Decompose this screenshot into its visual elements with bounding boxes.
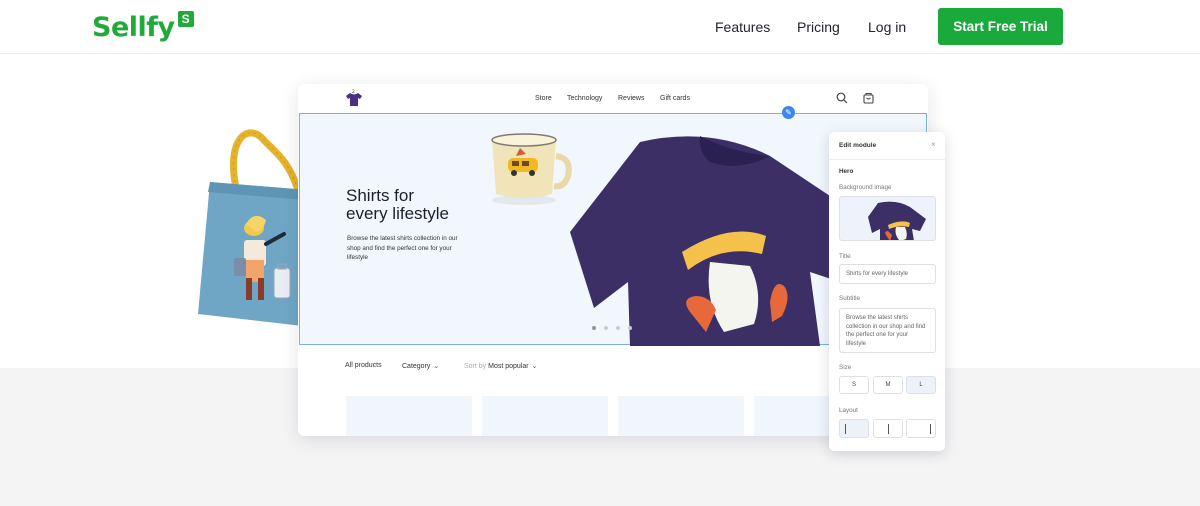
slider-dot-1[interactable] [592,326,596,330]
store-nav-store[interactable]: Store [535,95,552,102]
store-nav-technology[interactable]: Technology [567,95,602,102]
size-l-button[interactable]: L [906,376,936,394]
size-s-button[interactable]: S [839,376,869,394]
slider-dot-3[interactable] [616,326,620,330]
subtitle-label: Subtitle [839,295,861,302]
background-image-thumbnail[interactable] [839,196,936,241]
background-image-label: Background image [839,184,892,191]
subtitle-textarea[interactable]: Browse the latest shirts collection in o… [839,308,936,353]
top-navigation: Sellfy S Features Pricing Log in Start F… [0,0,1200,54]
filter-category[interactable]: Category ⌄ [402,362,439,370]
layout-center-icon [888,424,889,434]
logo-wordmark: Sellfy [92,12,175,43]
nav-pricing-link[interactable]: Pricing [797,18,840,36]
layout-right-icon [930,424,931,434]
category-label: Category [402,363,431,370]
size-m-button[interactable]: M [873,376,903,394]
nav-features-link[interactable]: Features [715,18,770,36]
filter-all-products[interactable]: All products [345,362,382,369]
hero-title: Shirts for every lifestyle [346,187,449,223]
hero-title-line-1: Shirts for [346,186,415,205]
t-shirt-image [570,136,860,346]
slider-dot-2[interactable] [604,326,608,330]
t-shirt-thumbnail-image [868,201,926,240]
panel-title: Edit module [839,142,877,149]
chevron-down-icon: ⌄ [433,363,440,370]
nav-login-link[interactable]: Log in [868,18,906,36]
cart-icon[interactable] [863,92,874,104]
slider-dot-4[interactable] [628,326,632,330]
chevron-down-icon: ⌄ [531,363,538,370]
store-logo-shirt-icon[interactable]: 2 [345,89,363,107]
svg-text:2: 2 [352,89,355,95]
sellfy-logo[interactable]: Sellfy S [92,11,194,44]
hero-title-line-2: every lifestyle [346,204,449,223]
layout-left-button[interactable] [839,419,869,438]
mug-image [491,133,572,205]
title-label: Title [839,253,851,260]
search-icon[interactable] [836,92,848,104]
sort-label: Sort by [464,363,487,370]
start-free-trial-button[interactable]: Start Free Trial [938,8,1063,45]
product-card[interactable] [618,396,744,436]
layout-left-icon [845,424,846,434]
panel-header: Edit module × [829,132,945,160]
layout-center-button[interactable] [873,419,903,438]
product-card[interactable] [482,396,608,436]
logo-badge: S [177,11,194,27]
edit-module-panel: Edit module × Hero Background image Titl… [829,132,945,451]
product-card[interactable] [346,396,472,436]
layout-right-button[interactable] [906,419,936,438]
slider-dots [592,326,632,330]
store-nav-reviews[interactable]: Reviews [618,95,644,102]
title-input[interactable]: Shirts for every lifestyle [839,264,936,284]
size-label: Size [839,364,852,371]
close-icon[interactable]: × [931,140,936,149]
store-nav-gift-cards[interactable]: Gift cards [660,95,690,102]
sort-dropdown[interactable]: Sort by Most popular ⌄ [464,362,537,370]
store-header: 2 Store Technology Reviews Gift cards [298,84,928,113]
layout-label: Layout [839,407,858,414]
edit-pencil-icon[interactable]: ✎ [782,106,795,119]
sort-value: Most popular [488,363,529,370]
section-label: Hero [839,168,854,175]
hero-subtitle: Browse the latest shirts collection in o… [347,235,458,261]
